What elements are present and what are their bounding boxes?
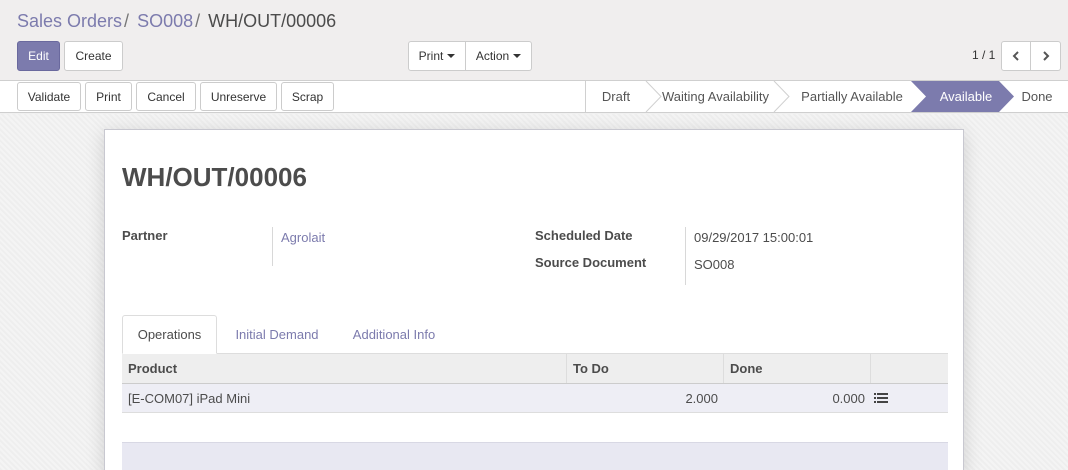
control-panel: Sales Orders / SO008/ WH/OUT/00006 Edit C… bbox=[0, 0, 1068, 81]
pager-next-button[interactable] bbox=[1031, 41, 1061, 71]
field-divider bbox=[685, 227, 686, 285]
column-header-done[interactable]: Done bbox=[724, 354, 871, 383]
tab-additional-info[interactable]: Additional Info bbox=[337, 315, 451, 354]
partner-field[interactable]: Agrolait bbox=[281, 230, 325, 245]
cell-todo[interactable]: 2.000 bbox=[567, 384, 718, 413]
action-dropdown-label: Action bbox=[475, 49, 510, 63]
print-dropdown-button[interactable]: Print bbox=[408, 41, 466, 71]
chevron-left-icon bbox=[1012, 51, 1019, 61]
edit-button[interactable]: Edit bbox=[17, 41, 60, 71]
statusbar: Validate Print Cancel Unreserve Scrap Dr… bbox=[0, 81, 1068, 113]
print-button[interactable]: Print bbox=[85, 82, 132, 111]
pager-previous-button[interactable] bbox=[1001, 41, 1031, 71]
partner-label: Partner bbox=[122, 228, 168, 243]
stage-waiting-availability[interactable]: Waiting Availability bbox=[652, 81, 779, 112]
list-icon[interactable] bbox=[874, 384, 894, 413]
print-dropdown-label: Print bbox=[418, 49, 444, 63]
caret-down-icon bbox=[447, 54, 456, 58]
status-stages: Draft Waiting Availability Partially Ava… bbox=[585, 81, 1068, 112]
breadcrumb-separator: / bbox=[124, 11, 130, 31]
stage-done[interactable]: Done bbox=[1011, 81, 1063, 112]
column-header-todo[interactable]: To Do bbox=[567, 354, 724, 383]
breadcrumb: Sales Orders / SO008/ WH/OUT/00006 bbox=[17, 11, 336, 32]
table-row[interactable]: [E-COM07] iPad Mini 2.000 0.000 bbox=[122, 384, 948, 413]
table-header: Product To Do Done bbox=[122, 354, 948, 384]
cancel-button[interactable]: Cancel bbox=[136, 82, 196, 111]
tab-initial-demand[interactable]: Initial Demand bbox=[221, 315, 333, 354]
table-footer bbox=[122, 442, 948, 470]
chevron-right-icon bbox=[1042, 51, 1049, 61]
stage-partially-available[interactable]: Partially Available bbox=[782, 81, 922, 112]
scrap-button[interactable]: Scrap bbox=[281, 82, 334, 111]
tab-operations[interactable]: Operations bbox=[122, 315, 217, 354]
create-button[interactable]: Create bbox=[64, 41, 123, 71]
field-divider bbox=[272, 227, 273, 266]
source-document-field[interactable]: SO008 bbox=[694, 257, 734, 272]
breadcrumb-separator: / bbox=[195, 11, 201, 31]
action-dropdown-button[interactable]: Action bbox=[466, 41, 532, 71]
unreserve-button[interactable]: Unreserve bbox=[200, 82, 277, 111]
list-icon bbox=[874, 393, 888, 403]
form-sheet: WH/OUT/00006 Partner Agrolait Scheduled … bbox=[104, 129, 964, 470]
source-document-label: Source Document bbox=[535, 255, 647, 270]
cell-done[interactable]: 0.000 bbox=[724, 384, 865, 413]
stage-draft[interactable]: Draft bbox=[586, 81, 646, 112]
column-header-product[interactable]: Product bbox=[122, 354, 567, 383]
stage-available[interactable]: Available bbox=[924, 81, 1008, 112]
column-header-actions bbox=[871, 354, 948, 383]
breadcrumb-so008[interactable]: SO008 bbox=[137, 11, 193, 31]
cell-product[interactable]: [E-COM07] iPad Mini bbox=[128, 384, 558, 413]
caret-down-icon bbox=[513, 54, 522, 58]
pager-value[interactable]: 1 / 1 bbox=[972, 48, 995, 62]
breadcrumb-sales-orders[interactable]: Sales Orders bbox=[17, 11, 122, 31]
scheduled-date-label: Scheduled Date bbox=[535, 228, 633, 243]
breadcrumb-current: WH/OUT/00006 bbox=[208, 11, 337, 31]
scheduled-date-field[interactable]: 09/29/2017 15:00:01 bbox=[694, 230, 813, 245]
page-title: WH/OUT/00006 bbox=[122, 162, 307, 192]
validate-button[interactable]: Validate bbox=[17, 82, 81, 111]
